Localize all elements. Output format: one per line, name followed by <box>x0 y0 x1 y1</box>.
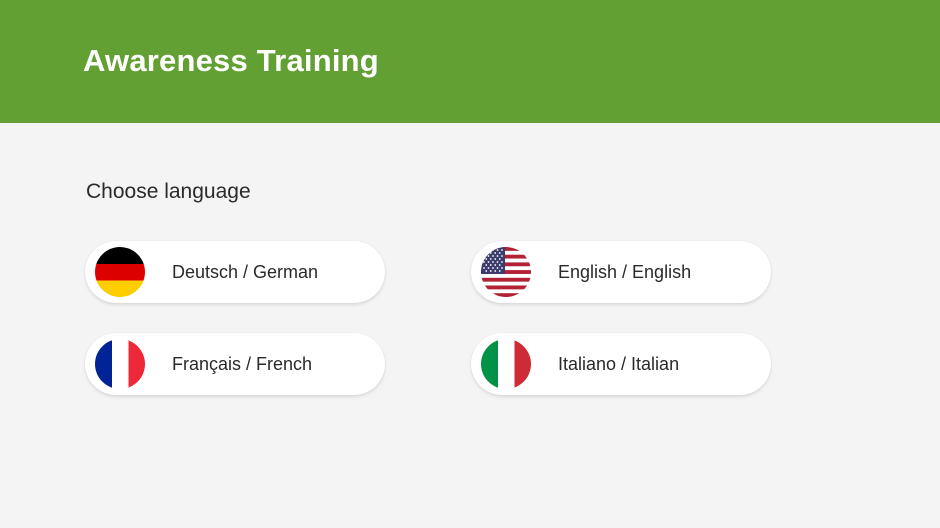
usa-flag-icon <box>481 247 531 297</box>
language-label: Deutsch / German <box>172 262 319 282</box>
language-label: English / English <box>558 262 692 282</box>
language-label: Français / French <box>172 354 313 374</box>
language-button-french[interactable]: Français / French <box>85 333 385 395</box>
italy-flag-icon <box>481 339 531 389</box>
choose-language-heading: Choose language <box>86 180 251 203</box>
language-button-english[interactable]: English / English <box>471 241 771 303</box>
language-button-german[interactable]: Deutsch / German <box>85 241 385 303</box>
app-header: Awareness Training <box>0 0 940 123</box>
language-button-italian[interactable]: Italiano / Italian <box>471 333 771 395</box>
page-title: Awareness Training <box>83 43 379 78</box>
france-flag-icon <box>95 339 145 389</box>
language-label: Italiano / Italian <box>558 354 680 374</box>
germany-flag-icon <box>95 247 145 297</box>
